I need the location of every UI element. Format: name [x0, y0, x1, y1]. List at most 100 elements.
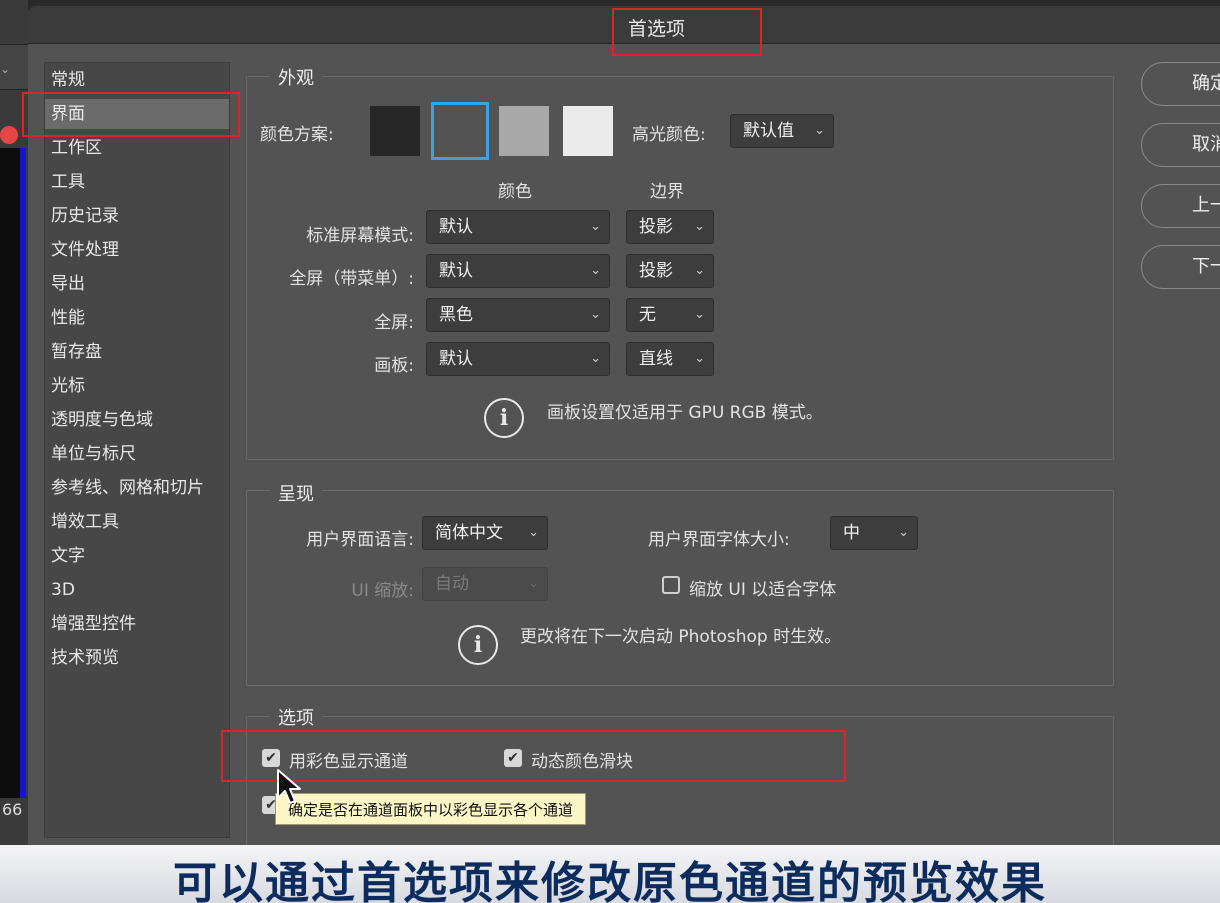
subtitle-bar: 可以通过首选项来修改原色通道的预览效果 — [0, 845, 1220, 903]
color-scheme-swatch-medium-dark[interactable] — [431, 102, 489, 160]
zoom-readout: 66 — [2, 800, 23, 819]
full-screen-border-value: 无 — [639, 305, 656, 325]
standard-screen-border-select[interactable]: 投影 ⌄ — [626, 210, 714, 244]
show-channels-in-color-checkbox[interactable]: ✔ — [262, 749, 280, 767]
full-screen-menus-label: 全屏（带菜单）: — [289, 269, 414, 289]
ui-language-label: 用户界面语言: — [306, 530, 414, 550]
artboard-label: 画板: — [374, 356, 414, 376]
dialog-title: 首选项 — [628, 18, 686, 40]
artboard-color-select[interactable]: 默认 ⌄ — [426, 342, 610, 376]
chevron-down-icon: ⌄ — [898, 525, 909, 540]
nav-item-tech-preview[interactable]: 技术预览 — [45, 643, 229, 673]
info-icon: i — [458, 625, 498, 665]
full-screen-color-value: 黑色 — [439, 305, 473, 325]
nav-item-tools[interactable]: 工具 — [45, 167, 229, 197]
chevron-down-icon: ⌄ — [694, 219, 705, 234]
standard-screen-color-value: 默认 — [439, 217, 473, 237]
chevron-down-icon: ⌄ — [590, 263, 601, 278]
standard-screen-border-value: 投影 — [639, 217, 673, 237]
highlight-color-label: 高光颜色: — [632, 125, 706, 145]
next-button[interactable]: 下一个 — [1141, 245, 1220, 289]
nav-item-plugins[interactable]: 增效工具 — [45, 507, 229, 537]
preferences-dialog: 首选项 常规 界面 工作区 工具 历史记录 文件处理 导出 性能 暂存盘 光标 … — [28, 6, 1220, 856]
standard-screen-mode-label: 标准屏幕模式: — [306, 226, 414, 246]
nav-item-type[interactable]: 文字 — [45, 541, 229, 571]
artboard-note: 画板设置仅适用于 GPU RGB 模式。 — [547, 403, 823, 423]
standard-screen-color-select[interactable]: 默认 ⌄ — [426, 210, 610, 244]
nav-item-interface[interactable]: 界面 — [45, 99, 229, 129]
artboard-color-value: 默认 — [439, 349, 473, 369]
dynamic-color-sliders-checkbox[interactable]: ✔ — [504, 749, 522, 767]
chevron-down-icon: ⌄ — [694, 263, 705, 278]
color-scheme-swatch-medium-light[interactable] — [499, 106, 549, 156]
background-app-strip: ⌄ 66 — [0, 0, 28, 845]
nav-item-transparency[interactable]: 透明度与色域 — [45, 405, 229, 435]
full-screen-menus-color-value: 默认 — [439, 261, 473, 281]
chevron-down-icon: ⌄ — [528, 576, 539, 591]
mouse-cursor-icon — [277, 769, 301, 804]
ui-font-size-value: 中 — [843, 523, 860, 543]
artboard-border-select[interactable]: 直线 ⌄ — [626, 342, 714, 376]
ui-language-select[interactable]: 简体中文 ⌄ — [422, 516, 548, 550]
dynamic-color-sliders-label[interactable]: 动态颜色滑块 — [531, 747, 633, 772]
ui-font-size-select[interactable]: 中 ⌄ — [830, 516, 918, 550]
full-screen-menus-border-value: 投影 — [639, 261, 673, 281]
nav-item-performance[interactable]: 性能 — [45, 303, 229, 333]
info-icon: i — [484, 398, 524, 438]
ui-scale-label: UI 缩放: — [351, 581, 414, 601]
nav-item-file-handling[interactable]: 文件处理 — [45, 235, 229, 265]
background-blue-channel — [20, 148, 26, 798]
record-dot-icon — [0, 126, 18, 144]
chevron-down-icon: ⌄ — [814, 123, 825, 138]
nav-item-export[interactable]: 导出 — [45, 269, 229, 299]
column-header-border: 边界 — [650, 182, 684, 202]
dialog-titlebar[interactable]: 首选项 — [28, 6, 1220, 44]
preferences-nav: 常规 界面 工作区 工具 历史记录 文件处理 导出 性能 暂存盘 光标 透明度与… — [44, 62, 230, 838]
chevron-down-icon: ⌄ — [528, 525, 539, 540]
presentation-group-label: 呈现 — [270, 480, 322, 506]
cancel-button[interactable]: 取消 — [1141, 123, 1220, 167]
tooltip: 确定是否在通道面板中以彩色显示各个通道 — [275, 793, 587, 825]
color-scheme-label: 颜色方案: — [260, 125, 334, 145]
restart-note: 更改将在下一次启动 Photoshop 时生效。 — [520, 627, 842, 647]
nav-item-scratch-disks[interactable]: 暂存盘 — [45, 337, 229, 367]
artboard-border-value: 直线 — [639, 349, 673, 369]
chevron-down-icon: ⌄ — [694, 351, 705, 366]
color-scheme-swatch-darkest[interactable] — [370, 106, 420, 156]
nav-item-3d[interactable]: 3D — [45, 575, 229, 605]
ui-font-size-label: 用户界面字体大小: — [648, 530, 790, 550]
column-header-color: 颜色 — [498, 182, 532, 202]
ui-scale-value: 自动 — [435, 574, 469, 594]
full-screen-menus-color-select[interactable]: 默认 ⌄ — [426, 254, 610, 288]
nav-item-guides[interactable]: 参考线、网格和切片 — [45, 473, 229, 503]
options-group — [246, 716, 1114, 856]
nav-item-enhanced-controls[interactable]: 增强型控件 — [45, 609, 229, 639]
highlight-color-select[interactable]: 默认值 ⌄ — [730, 114, 834, 148]
ok-button[interactable]: 确定 — [1141, 62, 1220, 106]
appearance-group-label: 外观 — [270, 64, 322, 90]
nav-item-workspace[interactable]: 工作区 — [45, 133, 229, 163]
options-group-label: 选项 — [270, 704, 322, 730]
chevron-down-icon: ⌄ — [590, 351, 601, 366]
ui-scale-select: 自动 ⌄ — [422, 567, 548, 601]
nav-item-units[interactable]: 单位与标尺 — [45, 439, 229, 469]
nav-item-cursors[interactable]: 光标 — [45, 371, 229, 401]
previous-button[interactable]: 上一个 — [1141, 184, 1220, 228]
nav-item-general[interactable]: 常规 — [45, 65, 229, 95]
full-screen-color-select[interactable]: 黑色 ⌄ — [426, 298, 610, 332]
full-screen-menus-border-select[interactable]: 投影 ⌄ — [626, 254, 714, 288]
color-scheme-swatch-lightest[interactable] — [563, 106, 613, 156]
subtitle-caption: 可以通过首选项来修改原色通道的预览效果 — [173, 858, 1047, 903]
ui-language-value: 简体中文 — [435, 523, 503, 543]
nav-item-history[interactable]: 历史记录 — [45, 201, 229, 231]
chevron-down-icon: ⌄ — [590, 219, 601, 234]
chevron-icon: ⌄ — [0, 62, 11, 76]
show-channels-in-color-label[interactable]: 用彩色显示通道 — [289, 747, 408, 772]
background-canvas — [0, 148, 20, 798]
highlight-color-value: 默认值 — [743, 121, 794, 141]
scale-ui-to-font-checkbox[interactable] — [662, 576, 680, 594]
full-screen-label: 全屏: — [374, 313, 414, 333]
scale-ui-to-font-label[interactable]: 缩放 UI 以适合字体 — [689, 575, 836, 600]
full-screen-border-select[interactable]: 无 ⌄ — [626, 298, 714, 332]
chevron-down-icon: ⌄ — [590, 307, 601, 322]
